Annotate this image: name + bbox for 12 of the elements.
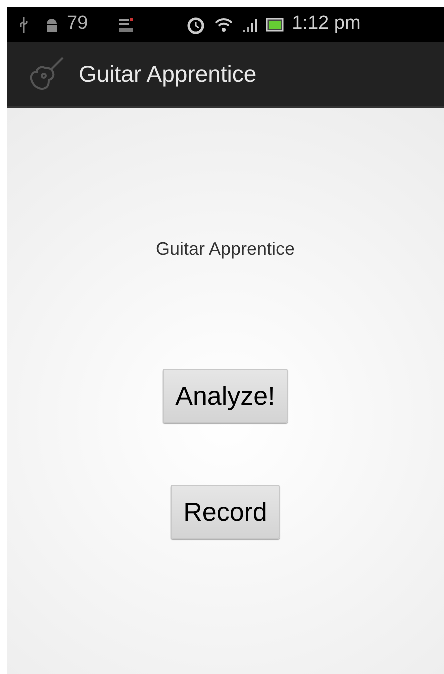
usb-icon [19,16,29,34]
battery-icon [266,18,284,32]
action-button[interactable]: Record [170,485,280,539]
notification-icon [118,16,134,32]
wifi-icon [214,16,234,34]
app-title: Guitar Apprentice [79,60,257,89]
notification-count: 79 [67,12,88,36]
app-name-label: Guitar Apprentice [156,238,296,261]
android-icon [45,16,59,32]
signal-icon [242,16,258,32]
clock: 1:12 pm [292,12,361,36]
action-button[interactable]: Analyze! [162,369,288,423]
